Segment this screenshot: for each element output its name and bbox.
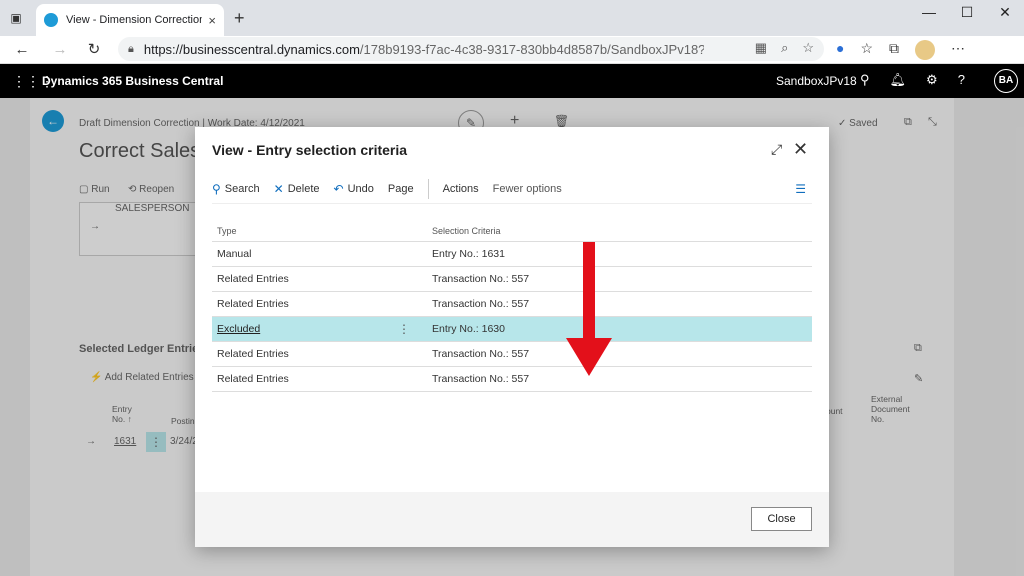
url-text: https://businesscentral.dynamics.com/178… [144, 42, 704, 57]
company-name[interactable]: SandboxJPv18 [776, 74, 857, 88]
search-label: Search [224, 183, 260, 195]
delete-x-icon: ✕ [273, 182, 284, 196]
page-menu[interactable]: Page [388, 183, 414, 195]
type-cell: Related Entries [217, 373, 289, 385]
criteria-cell: Entry No.: 1630 [432, 323, 505, 335]
criteria-column-header[interactable]: Selection Criteria [427, 226, 812, 236]
zoom-icon[interactable]: ⌕ [781, 40, 788, 56]
bc-header: ⋮⋮⋮ Dynamics 365 Business Central Sandbo… [0, 64, 1024, 98]
more-icon[interactable]: ⋯ [951, 40, 965, 60]
delete-label: Delete [287, 183, 320, 195]
toolbar-divider-line [212, 203, 812, 204]
toolbar-divider [427, 179, 429, 199]
type-cell: Related Entries [217, 298, 289, 310]
address-bar[interactable]: 🔒︎ https://businesscentral.dynamics.com/… [118, 37, 824, 61]
window-controls: — ☐ ✕ [910, 0, 1024, 28]
favorites-icon[interactable]: ☆ [860, 40, 873, 60]
profile-avatar[interactable] [915, 40, 936, 60]
close-button[interactable]: Close [751, 507, 812, 531]
url-host: https://businesscentral.dynamics.com [143, 41, 360, 57]
browser-toolbar: ← → ↻ 🔒︎ https://businesscentral.dynamic… [0, 36, 1024, 64]
table-row-selected[interactable]: Excluded ⋮ Entry No.: 1630 [212, 317, 812, 342]
browser-right-icons: ● ☆ ⧉ ⋯ [836, 40, 965, 60]
undo-icon: ↶ [333, 182, 344, 196]
type-cell: Related Entries [217, 348, 289, 360]
actions-menu[interactable]: Actions [443, 183, 479, 195]
undo-label: Undo [347, 183, 374, 195]
forward-icon[interactable]: → [50, 40, 70, 60]
back-icon[interactable]: ← [12, 40, 32, 60]
bc-favicon-icon [44, 13, 58, 27]
favorite-add-icon[interactable]: ☆ [802, 40, 814, 56]
criteria-cell: Transaction No.: 557 [432, 273, 530, 285]
delete-button[interactable]: ✕ Delete [274, 182, 320, 196]
address-bar-icons: ▦ ⌕ ☆ [755, 40, 814, 56]
table-row[interactable]: Related Entries Transaction No.: 557 [212, 342, 812, 367]
arrow-shape [566, 242, 612, 376]
header-icons: ⚲ 🔔︎ ⚙ ? [860, 72, 965, 88]
url-path: /178b9193-f7ac-4c38-9317-830bb4d8587b/Sa… [359, 41, 704, 57]
search-icon[interactable]: ⚲ [860, 72, 870, 88]
type-cell: Related Entries [217, 273, 289, 285]
table-header: Type Selection Criteria [212, 220, 812, 242]
criteria-cell: Entry No.: 1631 [432, 248, 505, 260]
maximize-icon[interactable]: ☐ [948, 0, 986, 28]
dialog-toolbar: ⚲ Search ✕ Delete ↶ Undo Page Actions Fewer… [212, 177, 812, 201]
list-view-icon[interactable]: ☰ [795, 182, 806, 196]
criteria-cell: Transaction No.: 557 [432, 348, 530, 360]
app-title: Dynamics 365 Business Central [42, 74, 224, 88]
tab-title: View - Dimension Corrections - D [66, 14, 203, 26]
refresh-icon[interactable]: ↻ [84, 40, 104, 60]
fewer-options-button[interactable]: Fewer options [493, 183, 562, 195]
browser-tabstrip: ▣ View - Dimension Corrections - D × + —… [0, 0, 1024, 36]
dialog-title: View - Entry selection criteria [212, 142, 408, 158]
reader-view-icon[interactable]: ▦ [755, 40, 767, 56]
entry-selection-dialog: View - Entry selection criteria ⤢ ✕ ⚲ Sea… [195, 127, 829, 547]
type-cell: Excluded [212, 323, 427, 335]
minimize-icon[interactable]: — [910, 0, 948, 28]
criteria-table: Type Selection Criteria Manual Entry No.… [212, 220, 812, 392]
collections-icon[interactable]: ⧉ [889, 40, 899, 60]
criteria-cell: Transaction No.: 557 [432, 298, 530, 310]
extension-icon[interactable]: ● [836, 40, 844, 60]
user-avatar[interactable]: BA [994, 69, 1018, 93]
close-icon[interactable]: ✕ [793, 139, 808, 160]
lock-icon: 🔒︎ [128, 42, 134, 55]
table-row[interactable]: Related Entries Transaction No.: 557 [212, 292, 812, 317]
type-column-header[interactable]: Type [212, 226, 427, 236]
settings-gear-icon[interactable]: ⚙ [926, 72, 938, 88]
tab-actions-icon[interactable]: ▣ [8, 10, 24, 26]
table-row[interactable]: Related Entries Transaction No.: 557 [212, 267, 812, 292]
browser-tab[interactable]: View - Dimension Corrections - D × [36, 4, 224, 36]
tab-close-icon[interactable]: × [208, 13, 216, 28]
help-icon[interactable]: ? [958, 72, 965, 88]
expand-icon[interactable]: ⤢ [771, 141, 782, 158]
table-row[interactable]: Manual Entry No.: 1631 [212, 242, 812, 267]
search-button[interactable]: ⚲ Search [212, 182, 260, 196]
notifications-icon[interactable]: 🔔︎ [890, 72, 907, 88]
criteria-cell: Transaction No.: 557 [432, 373, 530, 385]
search-icon: ⚲ [212, 182, 221, 196]
table-row[interactable]: Related Entries Transaction No.: 557 [212, 367, 812, 392]
type-link[interactable]: Excluded [217, 323, 260, 335]
dialog-footer: Close [195, 492, 829, 547]
row-menu-icon[interactable]: ⋮ [398, 322, 410, 336]
window-close-icon[interactable]: ✕ [986, 0, 1024, 28]
type-cell: Manual [217, 248, 252, 260]
undo-button[interactable]: ↶ Undo [334, 182, 374, 196]
red-down-arrow-annotation [566, 242, 612, 376]
new-tab-button[interactable]: + [234, 8, 245, 29]
